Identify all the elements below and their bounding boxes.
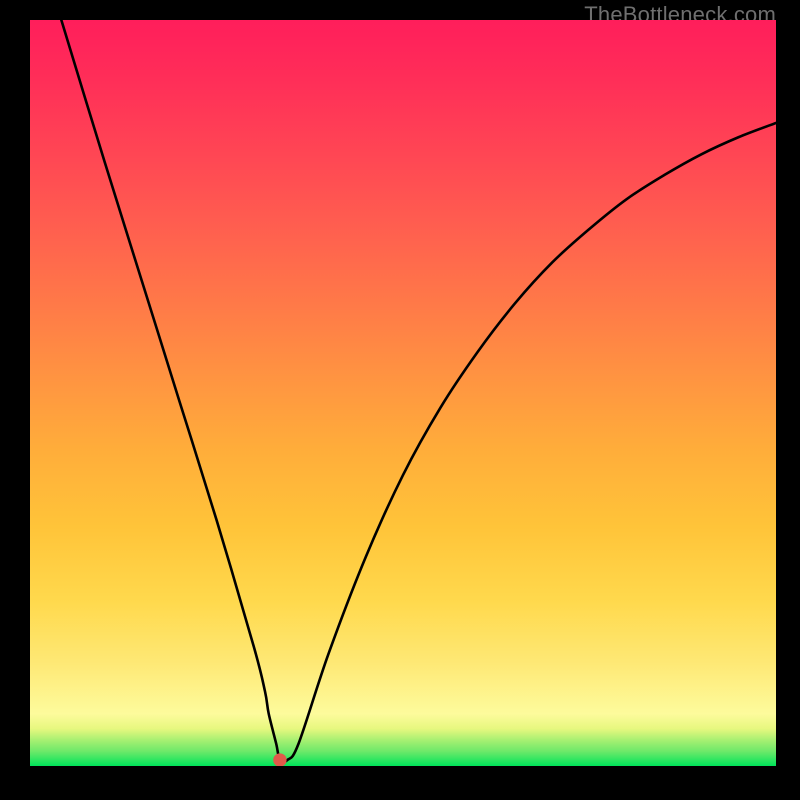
chart-frame: TheBottleneck.com (0, 0, 800, 800)
curve-line (61, 20, 776, 762)
plot-area (30, 20, 776, 766)
bottleneck-curve (30, 20, 776, 766)
optimal-marker (273, 753, 286, 766)
